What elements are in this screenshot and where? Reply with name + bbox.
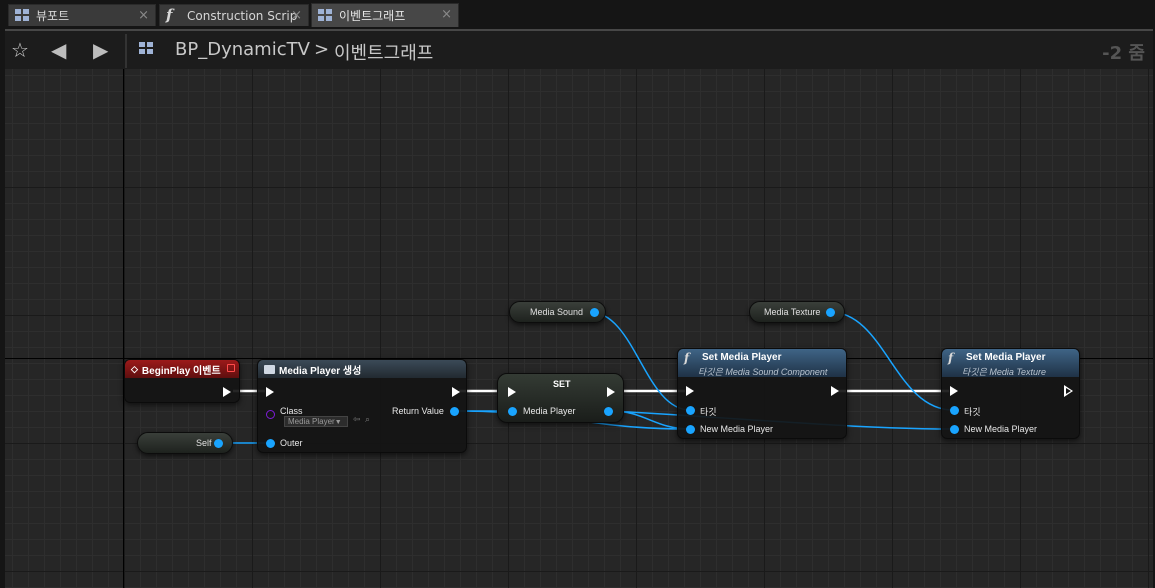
target-pin[interactable] — [950, 406, 959, 415]
exec-out-pin[interactable] — [607, 387, 615, 397]
wires-layer — [219, 311, 954, 444]
var-label: Self — [196, 438, 212, 448]
outer-pin[interactable] — [266, 439, 275, 448]
outer-pin-label: Outer — [280, 438, 303, 448]
breadcrumb: ☆ ◀ ▶ BP_DynamicTV > 이벤트그래프 -2 줌 — [5, 29, 1153, 69]
tab-label: 뷰포트 — [36, 9, 70, 23]
node-self-reference[interactable]: Self — [137, 432, 233, 454]
node-title: BeginPlay 이벤트 — [141, 365, 221, 377]
back-arrow-icon[interactable]: ◀ — [51, 38, 66, 62]
node-title: Media Player 생성 — [279, 365, 362, 377]
function-icon: f — [948, 351, 954, 365]
tab-label: Construction Scrip — [187, 8, 298, 23]
new-media-player-label: New Media Player — [700, 424, 774, 434]
node-header: Media Player 생성 — [258, 360, 466, 378]
tab-strip: 뷰포트 × f Construction Scrip × 이벤트그래프 × — [0, 0, 1155, 29]
media-sound-out-pin[interactable] — [590, 308, 599, 317]
tab-event-graph[interactable]: 이벤트그래프 × — [311, 3, 459, 27]
new-media-player-pin[interactable] — [686, 425, 695, 434]
exec-in-pin[interactable] — [266, 387, 274, 397]
tab-viewport[interactable]: 뷰포트 × — [8, 4, 156, 26]
node-subtitle: 타깃은 Media Sound Component — [698, 367, 828, 377]
class-pin[interactable] — [266, 410, 275, 419]
exec-out-pin[interactable] — [831, 386, 839, 396]
tab-construction-script[interactable]: f Construction Scrip × — [159, 4, 309, 26]
close-icon[interactable]: × — [441, 7, 452, 22]
exec-in-pin[interactable] — [950, 386, 958, 396]
tab-label: 이벤트그래프 — [339, 9, 406, 23]
media-player-pin-label: Media Player — [523, 406, 576, 416]
close-icon[interactable]: × — [138, 8, 149, 23]
self-out-pin[interactable] — [214, 439, 223, 448]
exec-out-pin[interactable] — [452, 387, 460, 397]
node-media-sound-var[interactable]: Media Sound — [509, 301, 606, 323]
return-value-pin[interactable] — [450, 407, 459, 416]
close-icon[interactable]: × — [291, 8, 302, 23]
node-title: Set Media Player — [966, 352, 1046, 363]
breadcrumb-blueprint[interactable]: BP_DynamicTV — [175, 39, 310, 60]
event-diamond-icon: ◇ — [131, 363, 138, 374]
node-header: f Set Media Player 타깃은 Media Sound Compo… — [678, 349, 846, 377]
function-icon: f — [166, 6, 173, 24]
node-header: ◇ BeginPlay 이벤트 — [125, 360, 239, 378]
new-media-player-label: New Media Player — [964, 424, 1038, 434]
node-subtitle: 타깃은 Media Texture — [962, 367, 1047, 377]
star-icon[interactable]: ☆ — [11, 38, 29, 62]
node-set-media-player-texture[interactable]: f Set Media Player 타깃은 Media Texture 타깃 … — [941, 348, 1080, 439]
new-media-player-pin[interactable] — [950, 425, 959, 434]
data-wire-mediatexture-target — [829, 311, 954, 411]
construct-icon — [264, 364, 275, 374]
browse-search-icon[interactable]: ⌕ — [365, 415, 370, 425]
var-label: Media Sound — [530, 307, 584, 317]
media-player-out-pin[interactable] — [604, 407, 613, 416]
event-graph-icon — [318, 9, 332, 22]
exec-out-pin-hollow — [1066, 388, 1071, 394]
toolbar-divider — [125, 34, 127, 68]
node-set-media-player-var[interactable]: SET Media Player — [497, 373, 624, 423]
function-icon: f — [684, 351, 690, 365]
target-pin-label: 타깃 — [964, 407, 981, 417]
zoom-level: -2 줌 — [1102, 43, 1145, 64]
node-title: Set Media Player — [702, 352, 782, 363]
breadcrumb-graph[interactable]: 이벤트그래프 — [334, 39, 433, 65]
exec-in-pin[interactable] — [508, 387, 516, 397]
node-header: f Set Media Player 타깃은 Media Texture — [942, 349, 1079, 377]
class-dropdown-value: Media Player — [288, 417, 335, 426]
node-media-texture-var[interactable]: Media Texture — [749, 301, 845, 323]
node-title: SET — [553, 379, 571, 389]
viewport-grid-icon — [15, 9, 29, 22]
chevron-down-icon: ▼ — [334, 419, 342, 426]
class-dropdown[interactable]: Media Player▼ — [284, 416, 348, 427]
media-player-in-pin[interactable] — [508, 407, 517, 416]
node-beginplay-event[interactable]: ◇ BeginPlay 이벤트 — [124, 359, 240, 403]
delegate-pin-icon[interactable] — [227, 364, 235, 372]
media-texture-out-pin[interactable] — [826, 308, 835, 317]
return-value-label: Return Value — [392, 406, 444, 416]
class-pin-label: Class — [280, 406, 303, 416]
exec-in-pin[interactable] — [686, 386, 694, 396]
target-pin[interactable] — [686, 406, 695, 415]
node-set-media-player-sound[interactable]: f Set Media Player 타깃은 Media Sound Compo… — [677, 348, 847, 439]
breadcrumb-separator: > — [314, 39, 330, 60]
use-selected-arrow-icon[interactable]: ⇦ — [353, 415, 361, 425]
var-label: Media Texture — [764, 307, 821, 317]
forward-arrow-icon[interactable]: ▶ — [93, 38, 108, 62]
blueprint-icon — [139, 42, 161, 58]
event-graph-canvas[interactable]: ◇ BeginPlay 이벤트 Media Player 생성 Class Me… — [5, 69, 1153, 588]
target-pin-label: 타깃 — [700, 407, 717, 417]
node-create-media-player[interactable]: Media Player 생성 Class Media Player▼ ⇦ ⌕ … — [257, 359, 467, 453]
exec-out-pin[interactable] — [223, 387, 231, 397]
